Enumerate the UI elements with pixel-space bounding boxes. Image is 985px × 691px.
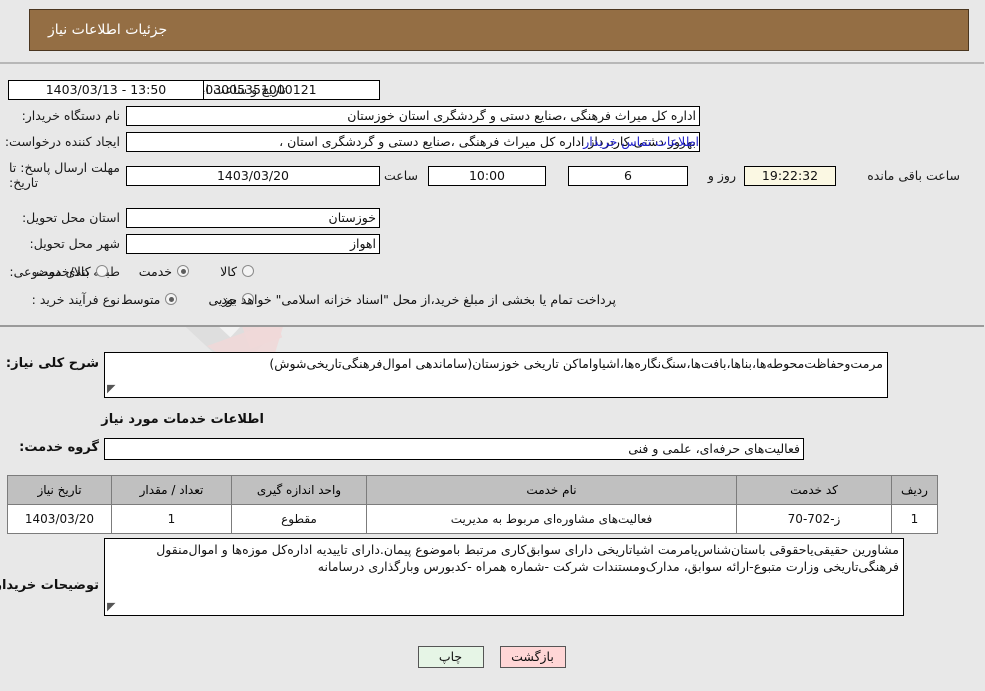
back-button[interactable]: بازگشت bbox=[500, 646, 567, 668]
deadline-date-field[interactable]: 1403/03/20 bbox=[127, 166, 381, 186]
deadline-label-wrap: مهلت ارسال پاسخ: تا تاریخ: bbox=[10, 160, 121, 190]
radio-icon[interactable] bbox=[243, 265, 255, 277]
province-field[interactable]: خوزستان bbox=[127, 208, 381, 228]
buyer-notes-label: توضیحات خریدار: bbox=[0, 578, 100, 593]
category-option-kala[interactable]: کالا bbox=[221, 264, 255, 279]
category-option-khedmat[interactable]: خدمت bbox=[139, 263, 191, 279]
category-option-label: خدمت bbox=[139, 263, 174, 279]
col-unit: واحد اندازه گیری bbox=[232, 475, 368, 505]
buyer-notes-text: مشاورین حقیقی‌یاحقوقی باستان‌شناس‌یامرمت… bbox=[157, 542, 900, 574]
cell-unit: مقطوع bbox=[232, 504, 368, 534]
table-header-row: ردیف کد خدمت نام خدمت واحد اندازه گیری ت… bbox=[8, 475, 939, 505]
footer-button-bar: بازگشت چاپ bbox=[0, 646, 985, 668]
buyer-org-field[interactable]: اداره کل میراث فرهنگی ،صنایع دستی و گردش… bbox=[127, 106, 701, 126]
titlebar: جزئیات اطلاعات نیاز bbox=[30, 9, 970, 51]
province-label-wrap: استان محل تحویل: bbox=[23, 210, 121, 225]
city-field[interactable]: اهواز bbox=[127, 234, 381, 254]
deadline-hour-field[interactable]: 10:00 bbox=[429, 166, 547, 186]
summary-label: شرح کلی نیاز: bbox=[6, 356, 100, 371]
city-label: شهر محل تحویل: bbox=[30, 236, 121, 251]
cell-code: ز-702-70 bbox=[737, 504, 893, 534]
category-option-label: کالا bbox=[221, 263, 238, 279]
deadline-label-line1: مهلت ارسال پاسخ: تا bbox=[10, 160, 121, 175]
buyer-contact-link[interactable]: اطلاعات تماس خریدار bbox=[560, 134, 700, 149]
days-remaining-field[interactable]: 6 bbox=[569, 166, 689, 186]
col-quantity: تعداد / مقدار bbox=[112, 475, 233, 505]
cell-index: 1 bbox=[892, 504, 939, 534]
need-info-panel: شماره نیاز: 1103005351000121 تاریخ و ساع… bbox=[0, 62, 985, 327]
countdown-label: ساعت باقی مانده bbox=[868, 168, 961, 183]
requester-label-wrap: ایجاد کننده درخواست: bbox=[6, 134, 121, 149]
cell-need-date: 1403/03/20 bbox=[8, 504, 113, 534]
table-row: 1 ز-702-70 فعالیت‌های مشاوره‌ای مربوط به… bbox=[8, 504, 939, 534]
summary-textarea[interactable]: مرمت‌وحفاظت‌محوطه‌ها،بناها،بافت‌ها،سنگ‌ن… bbox=[105, 352, 889, 398]
col-code: کد خدمت bbox=[737, 475, 893, 505]
days-remaining-label: روز و bbox=[708, 168, 737, 183]
service-group-label: گروه خدمت: bbox=[20, 440, 100, 455]
resize-handle-icon[interactable]: ◥ bbox=[108, 598, 116, 615]
countdown-field: 19:22:32 bbox=[745, 166, 837, 186]
service-group-field[interactable]: فعالیت‌های حرفه‌ای، علمی و فنی bbox=[105, 438, 805, 460]
services-table: ردیف کد خدمت نام خدمت واحد اندازه گیری ت… bbox=[8, 475, 939, 534]
buyer-notes-textarea[interactable]: مشاورین حقیقی‌یاحقوقی باستان‌شناس‌یامرمت… bbox=[105, 538, 905, 616]
requester-label: ایجاد کننده درخواست: bbox=[5, 134, 121, 149]
announce-datetime-field[interactable]: 13:50 - 1403/03/13 bbox=[9, 80, 205, 100]
cell-name: فعالیت‌های مشاوره‌ای مربوط به مدیریت bbox=[367, 504, 738, 534]
radio-icon[interactable] bbox=[178, 265, 191, 277]
page-title: جزئیات اطلاعات نیاز bbox=[49, 22, 169, 38]
radio-icon[interactable] bbox=[96, 265, 109, 277]
deadline-label-line2: تاریخ: bbox=[10, 175, 40, 190]
col-name: نام خدمت bbox=[367, 475, 738, 505]
col-need-date: تاریخ نیاز bbox=[8, 475, 113, 505]
services-table-wrap: ردیف کد خدمت نام خدمت واحد اندازه گیری ت… bbox=[8, 475, 939, 534]
payment-note: پرداخت تمام یا بخشی از مبلغ خرید،از محل … bbox=[218, 292, 617, 307]
process-option-label: متوسط bbox=[122, 291, 162, 307]
category-option-label: کالا/خدمت bbox=[37, 263, 92, 279]
deadline-hour-label: ساعت bbox=[384, 168, 419, 183]
province-label: استان محل تحویل: bbox=[22, 210, 121, 225]
summary-text: مرمت‌وحفاظت‌محوطه‌ها،بناها،بافت‌ها،سنگ‌ن… bbox=[270, 356, 884, 371]
col-index: ردیف bbox=[892, 475, 939, 505]
resize-handle-icon[interactable]: ◥ bbox=[108, 380, 116, 397]
buyer-org-label-wrap: نام دستگاه خریدار: bbox=[23, 108, 121, 123]
city-label-wrap: شهر محل تحویل: bbox=[31, 236, 121, 251]
print-button[interactable]: چاپ bbox=[418, 646, 485, 668]
services-heading: اطلاعات خدمات مورد نیاز bbox=[102, 412, 265, 427]
page-root: جزئیات اطلاعات نیاز شماره نیاز: 11030053… bbox=[0, 0, 985, 691]
buyer-org-label: نام دستگاه خریدار: bbox=[22, 108, 121, 123]
radio-icon[interactable] bbox=[166, 293, 179, 305]
process-option-motevaset[interactable]: متوسط bbox=[122, 291, 179, 307]
cell-quantity: 1 bbox=[112, 504, 233, 534]
category-radio-group: کالا خدمت کالا/خدمت bbox=[11, 262, 255, 281]
category-option-kala-khedmat[interactable]: کالا/خدمت bbox=[37, 263, 109, 279]
